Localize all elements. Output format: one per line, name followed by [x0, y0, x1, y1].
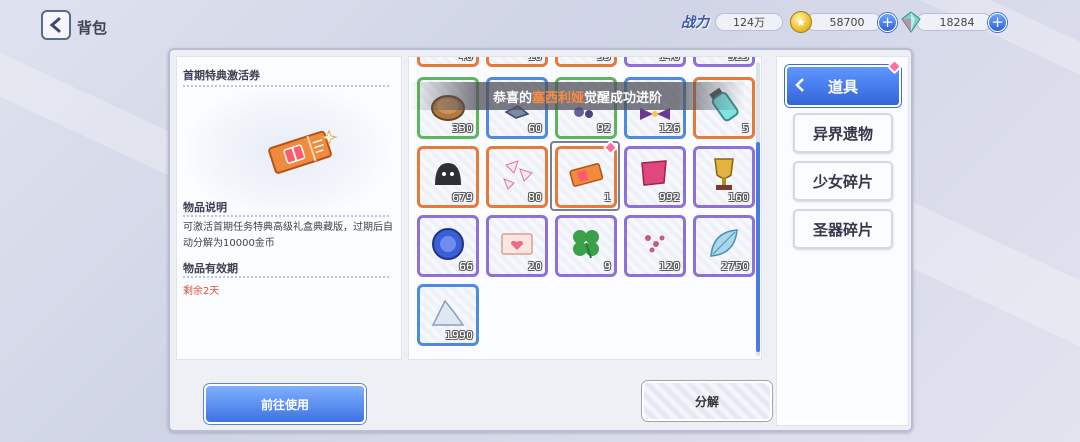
item-slot[interactable]: 9: [555, 215, 617, 277]
item-slot[interactable]: 20: [486, 215, 548, 277]
item-slot-selected[interactable]: 1: [555, 146, 617, 208]
item-slot[interactable]: 10: [486, 57, 548, 67]
tab-holy-artifact-shards[interactable]: 圣器碎片: [793, 209, 893, 249]
ore-pile-icon: [431, 299, 465, 326]
trophy-icon: [714, 158, 734, 190]
power-display: 战力 124万: [681, 11, 783, 33]
gem-icon: [901, 11, 921, 33]
gem-value: 18284: [916, 13, 992, 31]
ticket-icon: [569, 163, 604, 187]
coin-icon: ★: [790, 11, 812, 33]
coin-display: ★ 58700 +: [790, 11, 897, 33]
item-slot[interactable]: 120: [624, 215, 686, 277]
ticket-icon: [268, 129, 338, 174]
go-use-button[interactable]: 前往使用: [204, 384, 366, 424]
scrollbar-thumb[interactable]: [756, 142, 760, 352]
tab-girl-shards[interactable]: 少女碎片: [793, 161, 893, 201]
item-slot[interactable]: 992: [624, 146, 686, 208]
announcement-character: 塞西利娅: [532, 90, 585, 106]
tab-otherworld-relics[interactable]: 异界遗物: [793, 113, 893, 153]
item-name: 首期特典激活券: [183, 69, 260, 82]
leaf-crystal-icon: [710, 229, 738, 257]
scrollbar[interactable]: [756, 62, 760, 356]
power-label: 战力: [681, 15, 709, 31]
item-slot[interactable]: 55: [555, 57, 617, 67]
item-slot[interactable]: 160: [693, 146, 755, 208]
category-tabs: 道具 异界遗物 少女碎片 圣器碎片: [776, 56, 909, 426]
item-description: 可激活首期任务特典高级礼盒典藏版，过期后自动分解为10000金币: [183, 222, 393, 249]
item-slot[interactable]: 80: [486, 146, 548, 208]
chevron-left-icon: [49, 17, 61, 33]
decompose-button[interactable]: 分解: [642, 381, 772, 421]
pink-beads-icon: [645, 235, 665, 253]
item-slot[interactable]: 40: [417, 57, 479, 67]
chevron-left-icon: [795, 78, 804, 92]
item-slot[interactable]: 66: [417, 215, 479, 277]
heart-ticket-icon: [501, 233, 533, 255]
back-button[interactable]: [41, 10, 71, 40]
clover-icon: [573, 230, 599, 259]
item-slot[interactable]: 679: [417, 146, 479, 208]
item-slot[interactable]: 923: [693, 57, 755, 67]
divider: [183, 85, 389, 87]
power-value: 124万: [715, 13, 783, 31]
desc-heading: 物品说明: [183, 201, 227, 214]
item-slot[interactable]: 140: [624, 57, 686, 67]
dark-slime-icon: [435, 163, 461, 185]
coin-value: 58700: [806, 13, 882, 31]
divider: [183, 276, 389, 278]
glass-shards-icon: [503, 160, 533, 190]
add-coins-button[interactable]: +: [878, 12, 897, 32]
add-gems-button[interactable]: +: [988, 12, 1007, 32]
page-title: 背包: [77, 19, 108, 37]
gem-display: 18284 +: [900, 11, 1007, 33]
divider: [183, 215, 389, 217]
item-slot[interactable]: 2750: [693, 215, 755, 277]
announcement-banner: 恭喜 的 塞西利娅 觉醒成功进阶: [410, 82, 745, 110]
expiry-heading: 物品有效期: [183, 262, 238, 275]
tab-items[interactable]: 道具: [785, 65, 901, 107]
item-detail-panel: 首期特典激活券 物品说明 可激活首期任务特典高级礼盒典藏版，过期后自动分解为10…: [176, 56, 402, 360]
item-slot[interactable]: 1990: [417, 284, 479, 346]
pink-scroll-icon: [641, 160, 667, 186]
expiry-text: 剩余2天: [183, 286, 220, 297]
blue-medal-icon: [432, 228, 464, 260]
